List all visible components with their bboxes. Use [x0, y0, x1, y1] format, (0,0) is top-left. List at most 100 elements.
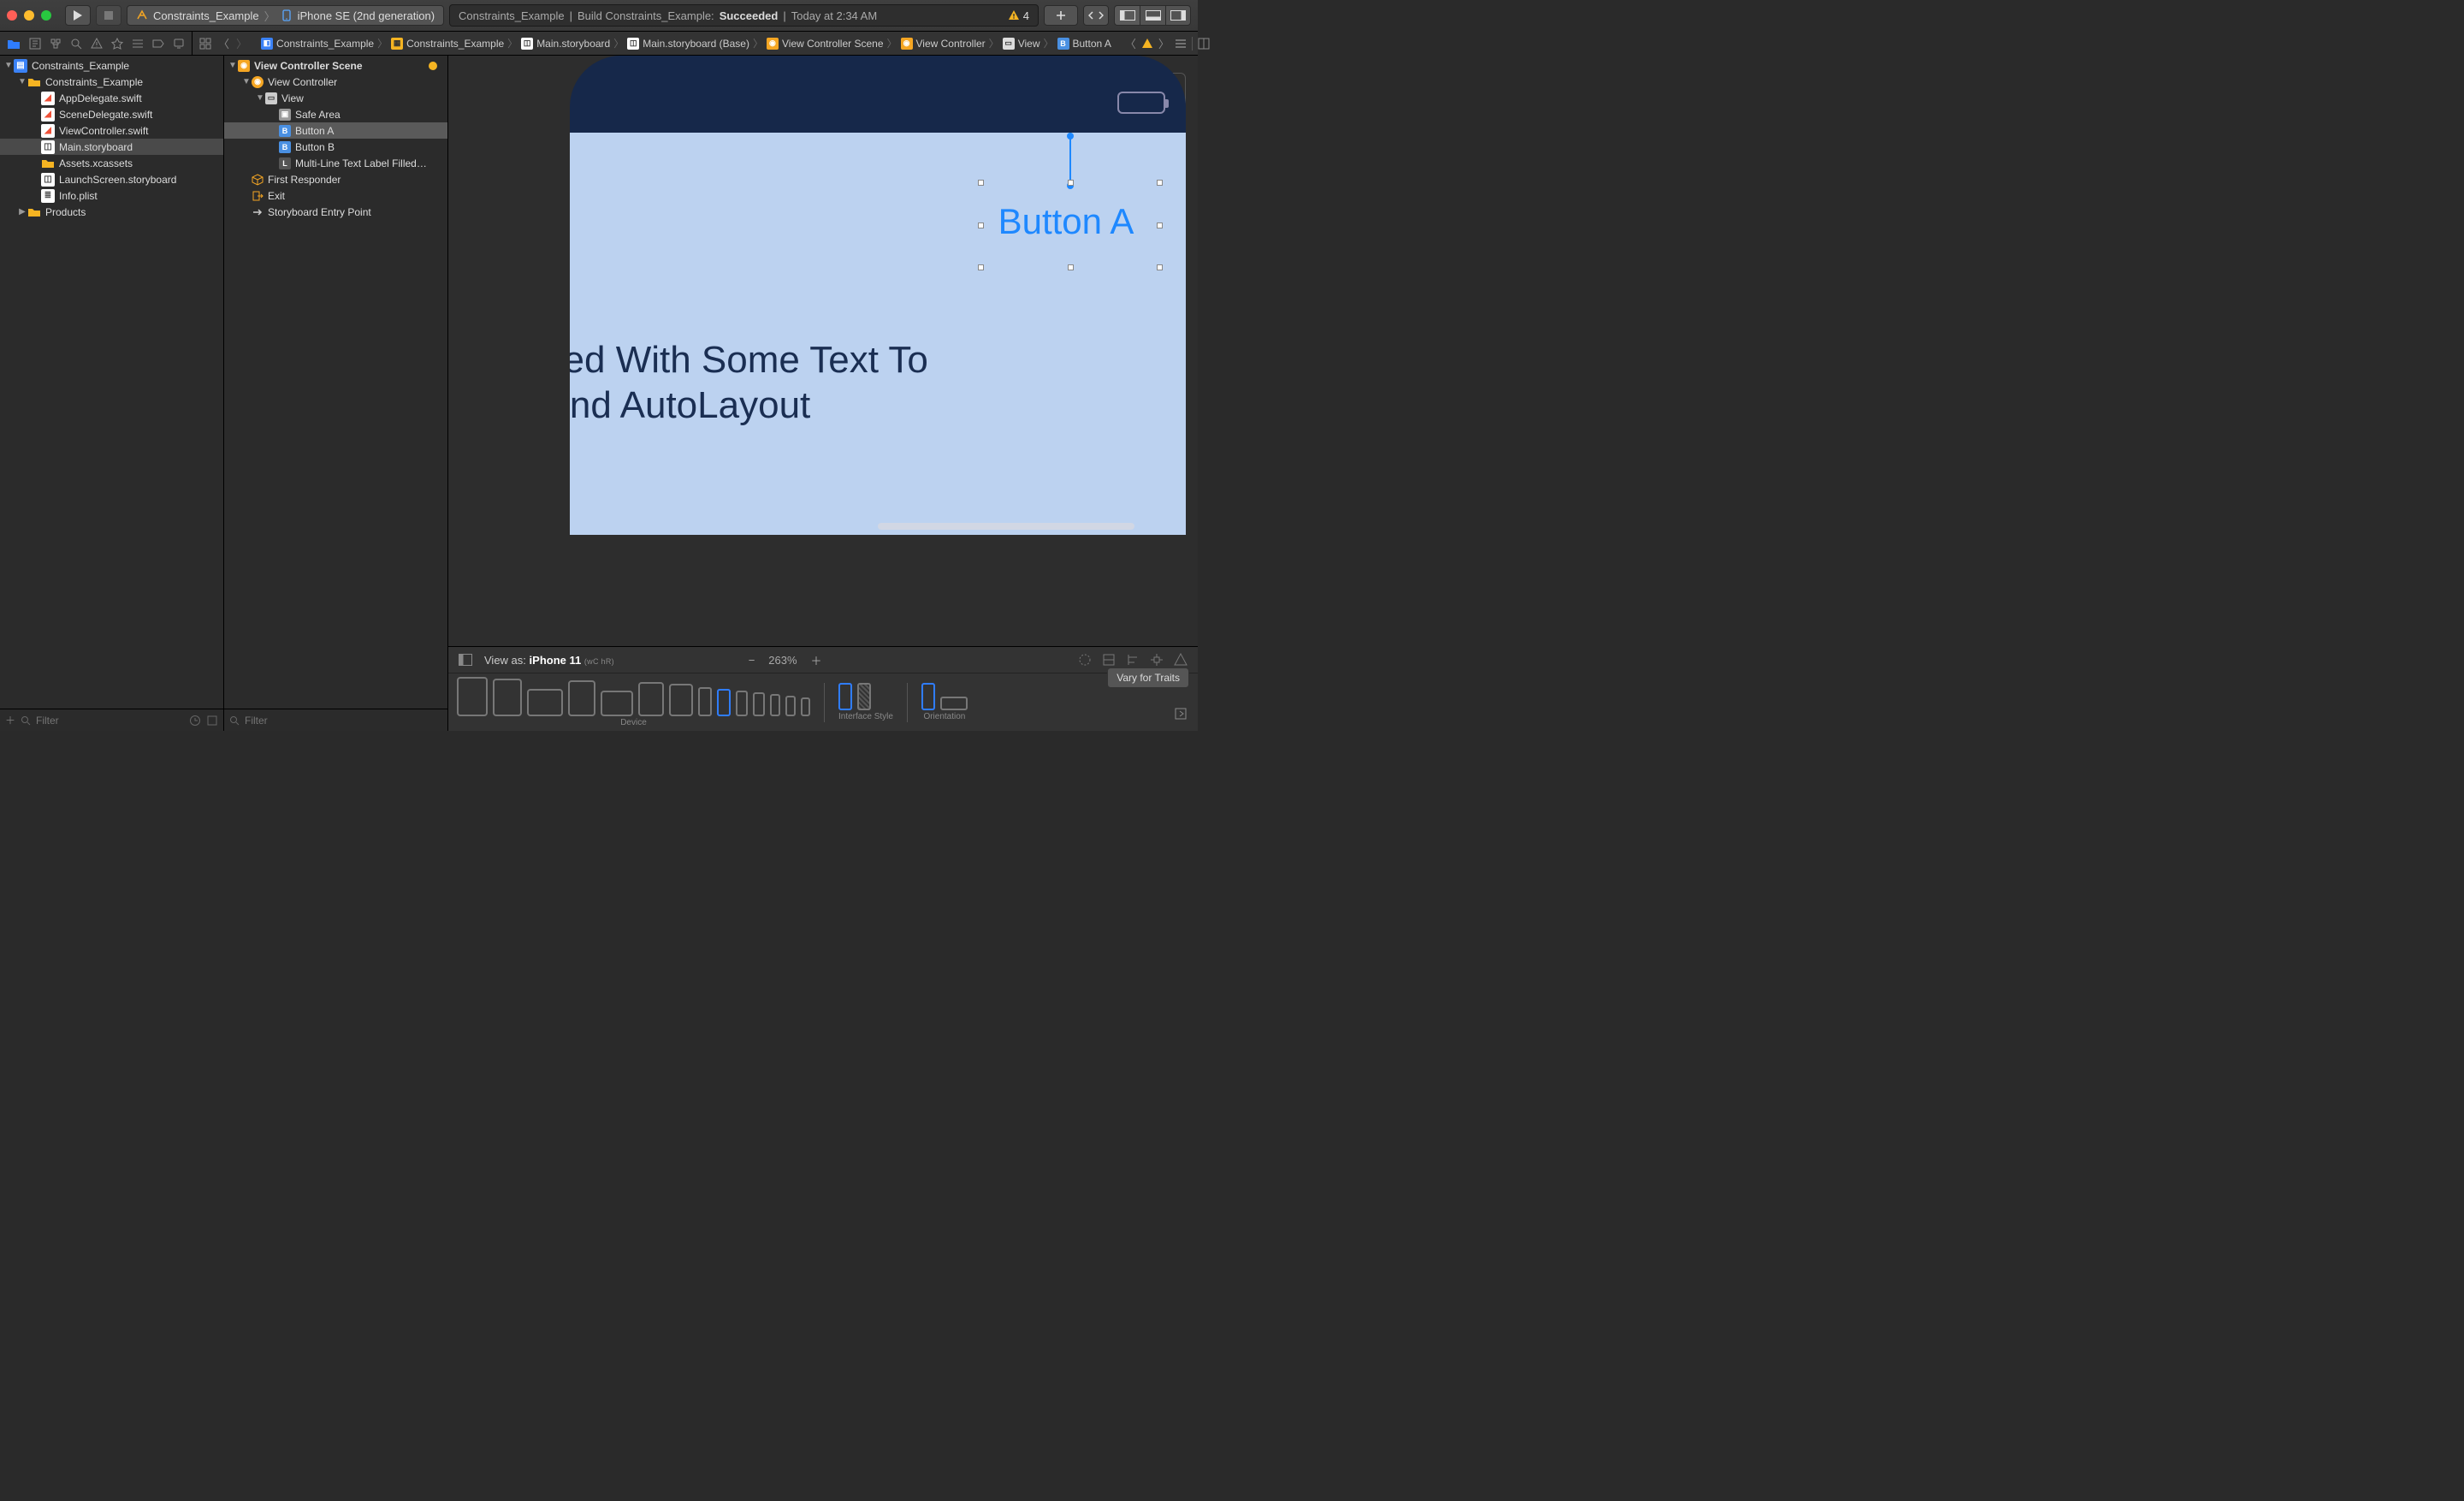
resize-handle[interactable]	[978, 264, 984, 270]
scm-filter-icon[interactable]	[206, 715, 218, 727]
outline-filter-input[interactable]	[245, 715, 442, 727]
resize-handle[interactable]	[1068, 264, 1074, 270]
resize-handle[interactable]	[978, 222, 984, 228]
file-scenedelegate[interactable]: ◢SceneDelegate.swift	[0, 106, 223, 122]
outline-tree[interactable]: ▼◉View Controller Scene ▼◉View Controlle…	[224, 56, 447, 709]
device-configuration-bar: View as: iPhone 11 (wC hR) − 263% ＋	[448, 646, 1198, 731]
source-control-navigator-tab[interactable]	[29, 38, 41, 50]
canvas-viewport[interactable]: Button A xt Label Filled With Some Text …	[448, 56, 1198, 646]
debug-navigator-tab[interactable]	[132, 38, 144, 50]
add-editor-icon[interactable]	[1198, 38, 1210, 50]
outline-exit[interactable]: Exit	[224, 187, 447, 204]
resize-handle[interactable]	[978, 180, 984, 186]
outline-scene[interactable]: ▼◉View Controller Scene	[224, 57, 447, 74]
file-viewcontroller[interactable]: ◢ViewController.swift	[0, 122, 223, 139]
resize-handle[interactable]	[1157, 264, 1163, 270]
cube-icon	[252, 174, 264, 186]
tree-products[interactable]: ▶Products	[0, 204, 223, 220]
related-items-icon[interactable]	[199, 38, 211, 50]
orientation-group[interactable]	[921, 683, 968, 710]
warning-icon[interactable]	[1141, 38, 1153, 50]
vary-for-traits-button[interactable]: Vary for Traits	[1107, 667, 1189, 688]
file-main-storyboard[interactable]: ◫Main.storyboard	[0, 139, 223, 155]
resize-handle[interactable]	[1068, 180, 1074, 186]
editor-right-controls: 〈 〉	[1118, 35, 1217, 51]
zoom-in-button[interactable]: ＋	[811, 652, 822, 668]
outline-entry-point[interactable]: Storyboard Entry Point	[224, 204, 447, 220]
filter-input[interactable]	[36, 715, 184, 727]
resolve-issues-icon[interactable]	[1174, 653, 1188, 667]
resize-handle[interactable]	[1157, 180, 1163, 186]
interface-style-group[interactable]	[838, 683, 893, 710]
canvas-label[interactable]: xt Label Filled With Some Text To onstra…	[570, 338, 1169, 429]
tree-root[interactable]: ▼▤Constraints_Example	[0, 57, 223, 74]
file-launchscreen[interactable]: ◫LaunchScreen.storyboard	[0, 171, 223, 187]
warnings-indicator[interactable]: 4	[1008, 9, 1029, 22]
library-button[interactable]	[1044, 5, 1078, 26]
update-frames-icon[interactable]	[1078, 653, 1092, 667]
outline-vc[interactable]: ▼◉View Controller	[224, 74, 447, 90]
constraint-indicator[interactable]	[1069, 136, 1071, 186]
toggle-debug-button[interactable]	[1140, 5, 1165, 26]
outline-safearea[interactable]: ▣Safe Area	[224, 106, 447, 122]
nav-back-2[interactable]: 〈	[1125, 35, 1136, 51]
zoom-level[interactable]: 263%	[768, 654, 797, 667]
embed-in-icon[interactable]	[1102, 653, 1116, 667]
nav-forward-button[interactable]: 〉	[236, 35, 247, 51]
outline-label[interactable]: LMulti-Line Text Label Filled…	[224, 155, 447, 171]
toggle-inspector-button[interactable]	[1165, 5, 1191, 26]
main-area: ▼▤Constraints_Example ▼Constraints_Examp…	[0, 56, 1198, 731]
toggle-navigator-button[interactable]	[1114, 5, 1140, 26]
find-navigator-tab[interactable]	[70, 38, 82, 50]
orientation-group-label: Orientation	[921, 712, 968, 721]
pin-icon[interactable]	[1150, 653, 1164, 667]
plus-icon	[1055, 9, 1067, 21]
navigator-filter-bar: ＋	[0, 709, 223, 731]
run-button[interactable]	[65, 5, 91, 26]
zoom-out-button[interactable]: −	[749, 654, 755, 667]
view-as-label[interactable]: View as: iPhone 11 (wC hR)	[484, 654, 614, 667]
minimize-window-button[interactable]	[24, 10, 34, 21]
device-group-label: Device	[457, 718, 810, 727]
issue-navigator-tab[interactable]	[91, 38, 103, 50]
jump-bar[interactable]: ◧Constraints_Example〉 ▦Constraints_Examp…	[254, 36, 1118, 50]
editor-options-icon[interactable]	[1175, 38, 1187, 50]
file-assets[interactable]: Assets.xcassets	[0, 155, 223, 171]
outline-first-responder[interactable]: First Responder	[224, 171, 447, 187]
arrows-icon	[1088, 10, 1104, 21]
file-infoplist[interactable]: ≣Info.plist	[0, 187, 223, 204]
add-button[interactable]: ＋	[5, 713, 15, 727]
activity-viewer[interactable]: Constraints_Example | Build Constraints_…	[449, 4, 1039, 27]
symbol-navigator-tab[interactable]	[50, 38, 62, 50]
align-icon[interactable]	[1126, 653, 1140, 667]
recent-icon[interactable]	[189, 715, 201, 727]
exit-icon	[252, 190, 264, 202]
device-group-ipad[interactable]	[457, 677, 810, 716]
zoom-controls: − 263% ＋	[749, 652, 822, 668]
nav-forward-2[interactable]: 〉	[1158, 35, 1170, 51]
test-navigator-tab[interactable]	[111, 38, 123, 50]
outline-button-a[interactable]: BButton A	[224, 122, 447, 139]
code-review-button[interactable]	[1083, 5, 1109, 26]
outline-toggle-icon[interactable]	[459, 654, 472, 666]
scheme-selector[interactable]: Constraints_Example 〉 iPhone SE (2nd gen…	[127, 5, 444, 26]
filter-icon	[229, 715, 240, 726]
selection-box[interactable]	[980, 182, 1160, 268]
project-tree[interactable]: ▼▤Constraints_Example ▼Constraints_Examp…	[0, 56, 223, 709]
report-navigator-tab[interactable]	[173, 38, 185, 50]
resize-handle[interactable]	[1157, 222, 1163, 228]
stop-button[interactable]	[96, 5, 121, 26]
breakpoint-navigator-tab[interactable]	[152, 38, 164, 50]
tree-group[interactable]: ▼Constraints_Example	[0, 74, 223, 90]
close-window-button[interactable]	[7, 10, 17, 21]
outline-button-b[interactable]: BButton B	[224, 139, 447, 155]
assets-icon	[41, 157, 55, 169]
nav-back-button[interactable]: 〈	[218, 35, 229, 51]
zoom-window-button[interactable]	[41, 10, 51, 21]
play-icon	[73, 9, 83, 21]
embed-menu-icon[interactable]	[1174, 707, 1188, 721]
project-navigator-tab[interactable]	[7, 38, 21, 50]
file-appdelegate[interactable]: ◢AppDelegate.swift	[0, 90, 223, 106]
horizontal-scrollbar[interactable]	[878, 523, 1134, 530]
outline-view[interactable]: ▼▭View	[224, 90, 447, 106]
